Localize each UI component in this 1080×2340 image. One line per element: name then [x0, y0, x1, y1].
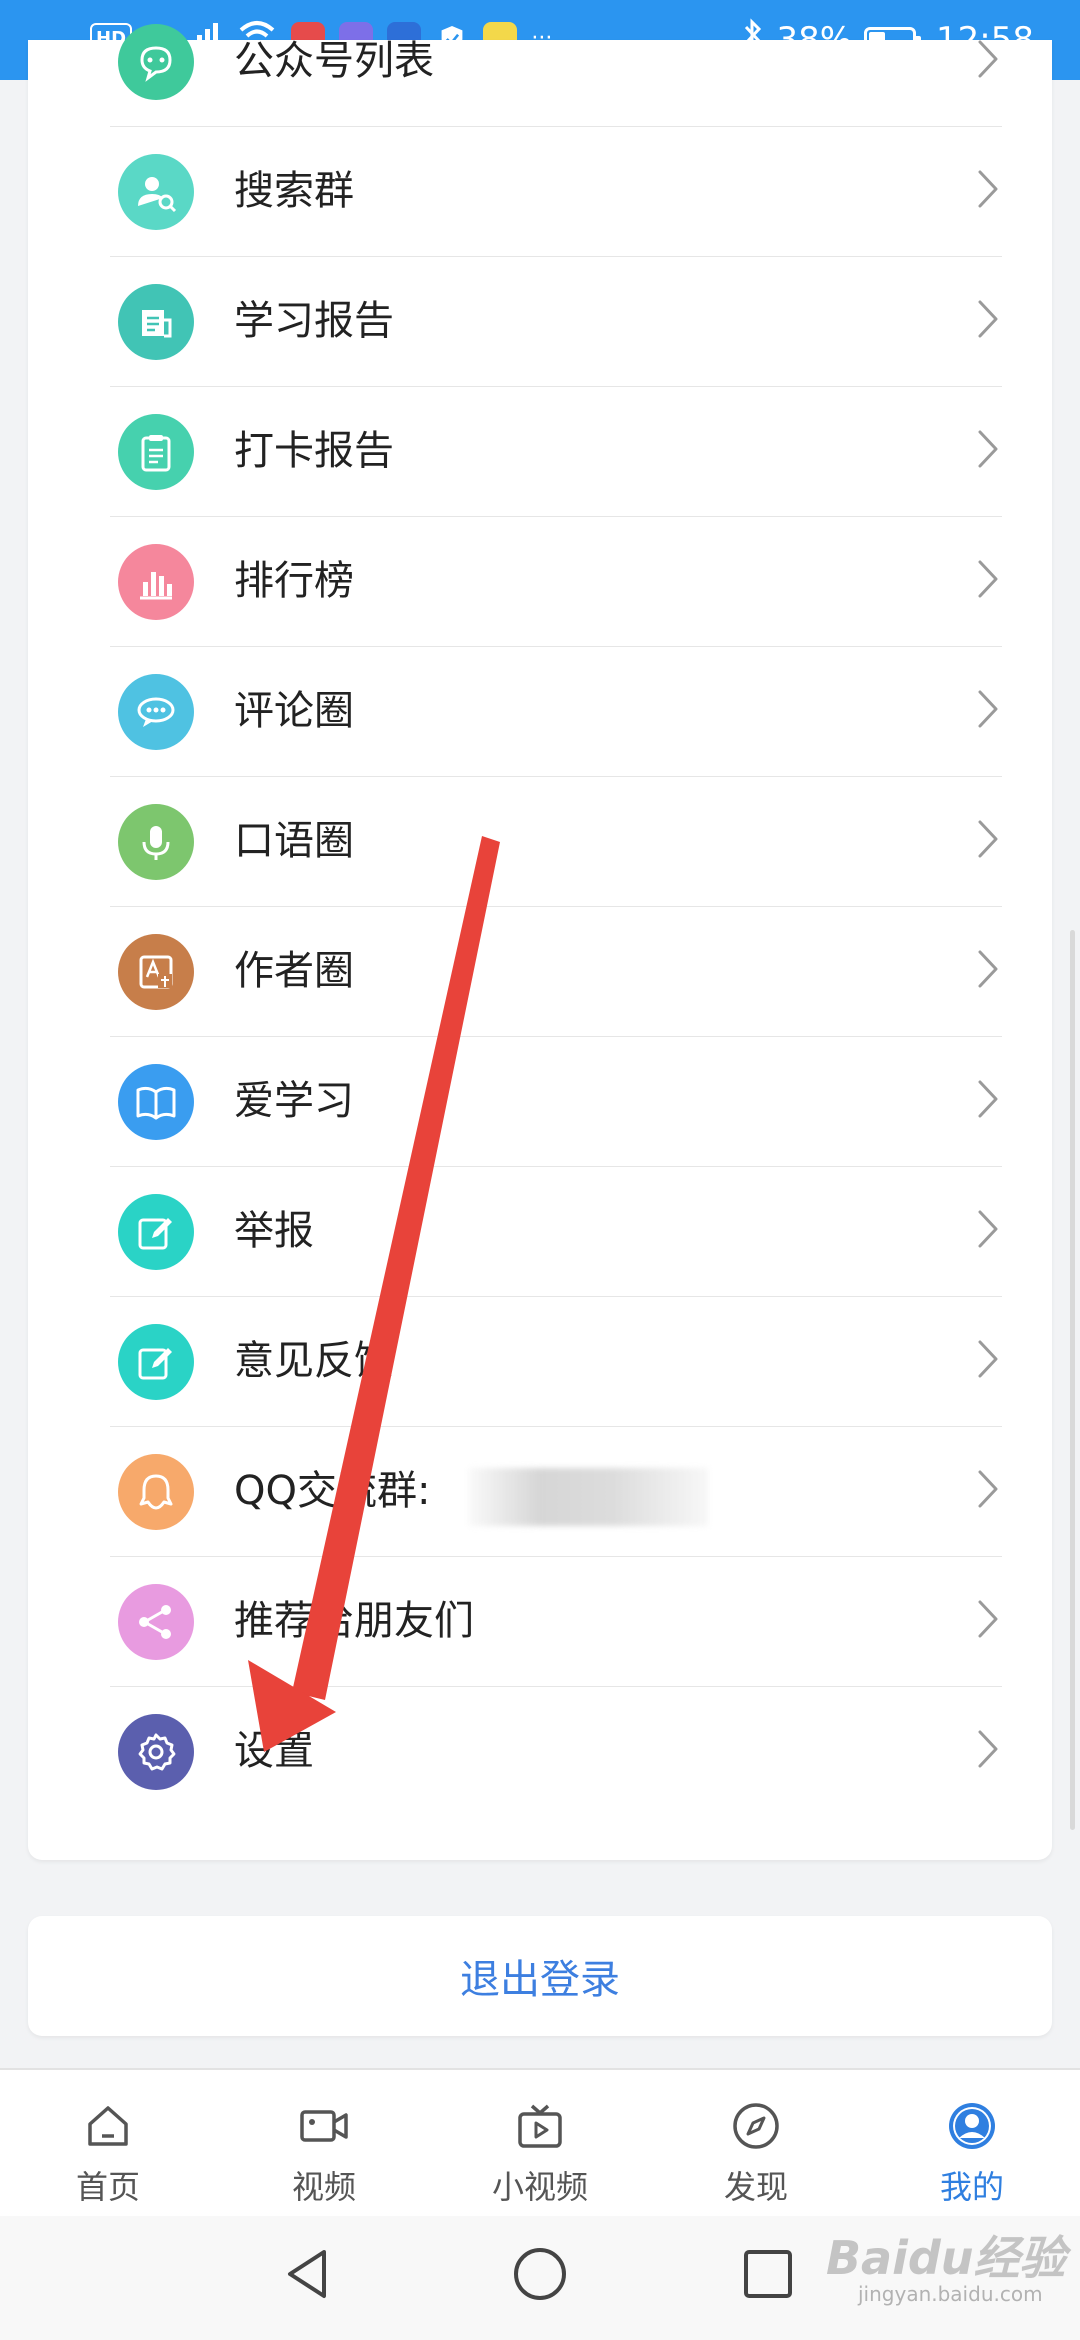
- tab-mine[interactable]: 我的: [864, 2070, 1080, 2218]
- chevron-right-icon: [972, 1724, 1002, 1778]
- menu-item-label: 推荐给朋友们: [234, 1598, 474, 1644]
- menu-item-translate[interactable]: 作者圈: [110, 906, 1002, 1037]
- menu-item-label: 公众号列表: [234, 38, 434, 84]
- menu-item-gear[interactable]: 设置: [110, 1686, 1002, 1816]
- chevron-right-icon: [972, 294, 1002, 348]
- bottom-tab-bar: 首页 视频 小视频 发现 我的: [0, 2068, 1080, 2218]
- menu-item-label: 举报: [234, 1208, 314, 1254]
- chevron-right-icon: [972, 34, 1002, 88]
- tab-label: 小视频: [491, 2168, 588, 2206]
- menu-item-report[interactable]: 学习报告: [110, 256, 1002, 387]
- home-circle-icon[interactable]: [510, 2244, 570, 2304]
- scrollbar-thumb[interactable]: [1070, 930, 1075, 1830]
- menu-item-label: 学习报告: [234, 298, 394, 344]
- menu-item-label: 设置: [234, 1728, 314, 1774]
- tab-label: 发现: [723, 2168, 788, 2206]
- report-icon: [118, 284, 194, 360]
- tab-label: 我的: [939, 2168, 1004, 2206]
- book-icon: [118, 1064, 194, 1140]
- tab-discover[interactable]: 发现: [648, 2070, 864, 2218]
- chevron-right-icon: [972, 1074, 1002, 1128]
- menu-item-label: 爱学习: [234, 1078, 354, 1124]
- chevron-right-icon: [972, 944, 1002, 998]
- edit-icon: [118, 1194, 194, 1270]
- chevron-right-icon: [972, 814, 1002, 868]
- tab-home[interactable]: 首页: [0, 2070, 216, 2218]
- menu-item-label: 搜索群: [234, 168, 354, 214]
- menu-item-bar-chart[interactable]: 排行榜: [110, 516, 1002, 647]
- wechat-bubble-icon: [118, 24, 194, 100]
- logout-button[interactable]: 退出登录: [28, 1916, 1052, 2036]
- compass-icon: [733, 2103, 779, 2149]
- recents-square-icon[interactable]: [738, 2244, 798, 2304]
- profile-icon: [949, 2103, 995, 2149]
- baidu-watermark-url: jingyan.baidu.com: [858, 2282, 1043, 2306]
- chevron-right-icon: [972, 424, 1002, 478]
- chevron-right-icon: [972, 1334, 1002, 1388]
- tab-label: 首页: [75, 2168, 140, 2206]
- menu-item-label: 排行榜: [234, 558, 354, 604]
- user-search-icon: [118, 154, 194, 230]
- chevron-right-icon: [972, 1204, 1002, 1258]
- menu-item-label: 评论圈: [234, 688, 354, 734]
- microphone-icon: [118, 804, 194, 880]
- menu-item-edit[interactable]: 举报: [110, 1166, 1002, 1297]
- menu-card: 公众号列表搜索群学习报告打卡报告排行榜评论圈口语圈作者圈爱学习举报意见反馈 QQ交…: [28, 24, 1052, 1860]
- menu-item-feedback-edit[interactable]: 意见反馈: [110, 1296, 1002, 1427]
- qq-icon: [118, 1454, 194, 1530]
- chevron-right-icon: [972, 1594, 1002, 1648]
- menu-item-clipboard[interactable]: 打卡报告: [110, 386, 1002, 517]
- share-icon: [118, 1584, 194, 1660]
- clipboard-icon: [118, 414, 194, 490]
- comment-bubble-icon: [118, 674, 194, 750]
- menu-item-share[interactable]: 推荐给朋友们: [110, 1556, 1002, 1687]
- blurred-group-number: [468, 1468, 708, 1526]
- chevron-right-icon: [972, 1464, 1002, 1518]
- menu-item-wechat-bubble[interactable]: 公众号列表: [110, 0, 1002, 127]
- video-camera-icon: [300, 2110, 348, 2142]
- translate-icon: [118, 934, 194, 1010]
- baidu-watermark: Baidu经验: [826, 2231, 1066, 2285]
- menu-item-label: 作者圈: [234, 948, 354, 994]
- menu-item-label: 意见反馈: [234, 1338, 394, 1384]
- chevron-right-icon: [972, 684, 1002, 738]
- menu-item-microphone[interactable]: 口语圈: [110, 776, 1002, 907]
- feedback-edit-icon: [118, 1324, 194, 1400]
- tab-label: 视频: [291, 2168, 356, 2206]
- back-icon[interactable]: [278, 2244, 338, 2304]
- menu-item-user-search[interactable]: 搜索群: [110, 126, 1002, 257]
- tab-video[interactable]: 视频: [216, 2070, 432, 2218]
- bar-chart-icon: [118, 544, 194, 620]
- chevron-right-icon: [972, 164, 1002, 218]
- chevron-right-icon: [972, 554, 1002, 608]
- menu-item-label: QQ交流群:: [234, 1468, 431, 1514]
- home-icon: [88, 2106, 128, 2146]
- logout-label: 退出登录: [460, 1957, 620, 2003]
- menu-item-comment-bubble[interactable]: 评论圈: [110, 646, 1002, 777]
- menu-item-label: 口语圈: [234, 818, 354, 864]
- menu-item-book[interactable]: 爱学习: [110, 1036, 1002, 1167]
- tab-short-video[interactable]: 小视频: [432, 2070, 648, 2218]
- menu-item-label: 打卡报告: [234, 428, 394, 474]
- tv-play-icon: [518, 2104, 562, 2148]
- gear-icon: [118, 1714, 194, 1790]
